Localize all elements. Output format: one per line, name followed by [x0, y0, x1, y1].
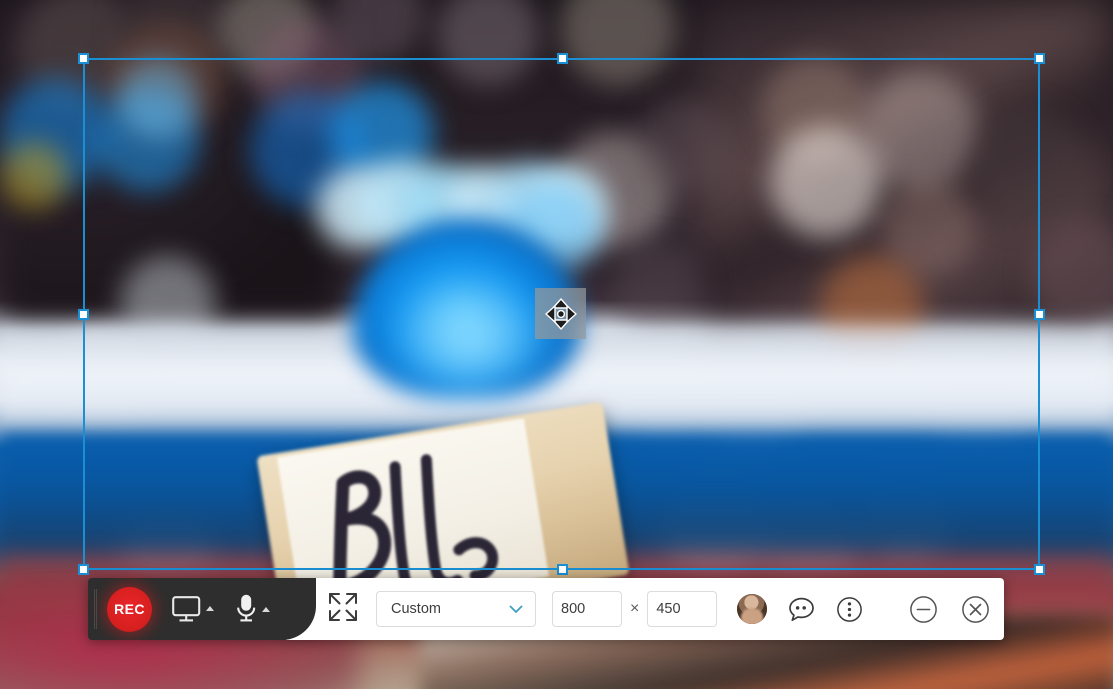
record-button[interactable]: REC	[107, 586, 152, 632]
bokeh-circle	[636, 100, 728, 192]
resize-handle-bottom-center[interactable]	[556, 564, 568, 575]
resize-handle-middle-left[interactable]	[78, 309, 89, 320]
move-region-handle[interactable]	[535, 288, 586, 339]
resize-handle-top-center[interactable]	[556, 53, 568, 64]
resolution-preset-label: Custom	[391, 601, 441, 617]
resize-handle-top-left[interactable]	[78, 53, 89, 64]
bokeh-circle	[0, 142, 68, 210]
close-circle-icon	[961, 595, 989, 623]
chevron-down-icon	[509, 605, 523, 613]
resolution-preset-select[interactable]: Custom	[376, 591, 536, 627]
photo-vase-glow	[390, 280, 550, 400]
resize-handle-bottom-right[interactable]	[1034, 564, 1045, 575]
screen-source-button[interactable]	[172, 595, 214, 623]
microphone-source-button[interactable]	[234, 594, 270, 624]
speech-bubble-icon	[788, 597, 814, 621]
more-options-button[interactable]	[835, 595, 863, 623]
toolbar-drag-grip[interactable]	[94, 589, 97, 629]
recorder-toolbar: REC Custom 800 × 450	[88, 578, 1005, 640]
three-dots-vertical-icon	[836, 596, 862, 622]
bokeh-circle	[770, 126, 882, 238]
capture-width-input[interactable]	[552, 591, 622, 627]
screen-source-caret-icon	[206, 606, 214, 611]
resize-handle-bottom-left[interactable]	[78, 564, 89, 575]
bokeh-circle	[118, 58, 198, 138]
monitor-icon	[172, 596, 201, 622]
avatar-hand	[741, 608, 764, 624]
bokeh-circle	[970, 108, 1086, 224]
minus-circle-icon	[909, 595, 937, 623]
minimize-button[interactable]	[908, 594, 938, 624]
dimension-separator: ×	[630, 600, 640, 617]
screen-recorder-overlay: REC Custom 800 × 450	[0, 0, 1113, 689]
avatar[interactable]	[737, 594, 768, 624]
move-four-arrows-icon	[544, 297, 577, 330]
toolbar-light-section: Custom ×	[286, 578, 1005, 640]
capture-height-input[interactable]	[647, 591, 718, 627]
expand-arrows-icon	[329, 592, 357, 621]
microphone-source-caret-icon	[262, 607, 270, 612]
close-button[interactable]	[960, 594, 990, 624]
toolbar-dark-section: REC	[88, 578, 316, 640]
resize-handle-top-right[interactable]	[1034, 53, 1045, 64]
resize-handle-middle-right[interactable]	[1034, 309, 1045, 320]
fullscreen-button[interactable]	[328, 592, 358, 627]
microphone-icon	[237, 594, 256, 622]
feedback-button[interactable]	[787, 595, 815, 623]
